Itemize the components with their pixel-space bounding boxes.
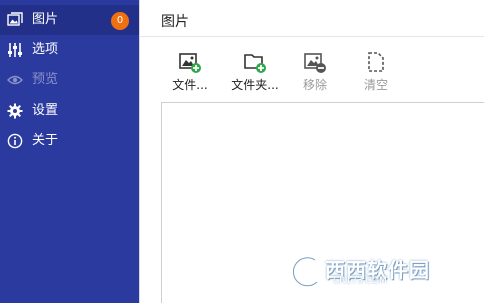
sliders-icon	[7, 42, 23, 58]
watermark-logo-icon	[290, 254, 320, 289]
remove-button[interactable]: 移除	[286, 50, 344, 94]
sidebar-item-pictures[interactable]: 图片 0	[0, 5, 139, 35]
add-folder-button[interactable]: 文件夹...	[226, 50, 284, 94]
pictures-icon	[7, 12, 23, 28]
toolbar-label: 清空	[363, 78, 388, 92]
sidebar-item-options[interactable]: 选项	[0, 35, 139, 65]
remove-image-icon	[303, 50, 327, 74]
sidebar: 图片 0 选项 预览 设置 关于	[0, 0, 139, 303]
sidebar-item-settings[interactable]: 设置	[0, 96, 139, 126]
sidebar-item-label: 设置	[32, 103, 59, 118]
watermark: 西西软件园 CR173.COM	[287, 250, 467, 294]
add-image-icon	[178, 50, 202, 74]
count-badge: 0	[111, 12, 129, 30]
toolbar-label: 文件...	[172, 78, 208, 92]
sidebar-item-label: 选项	[32, 42, 59, 57]
clear-button[interactable]: 清空	[347, 50, 405, 94]
watermark-subtext: CR173.COM	[333, 276, 387, 286]
sidebar-item-about[interactable]: 关于	[0, 126, 139, 156]
sidebar-item-label: 预览	[32, 72, 59, 87]
add-folder-icon	[243, 50, 267, 74]
eye-icon	[7, 72, 23, 88]
sidebar-item-label: 关于	[32, 133, 59, 148]
add-files-button[interactable]: 文件...	[161, 50, 219, 94]
toolbar-label: 移除	[302, 78, 327, 92]
clear-icon	[364, 50, 388, 74]
sidebar-item-label: 图片	[32, 12, 59, 27]
page-title: 图片	[161, 14, 189, 30]
toolbar-label: 文件夹...	[231, 78, 279, 92]
title-divider	[140, 36, 484, 37]
info-icon	[7, 133, 23, 149]
sidebar-item-preview[interactable]: 预览	[0, 65, 139, 95]
gear-icon	[7, 103, 23, 119]
